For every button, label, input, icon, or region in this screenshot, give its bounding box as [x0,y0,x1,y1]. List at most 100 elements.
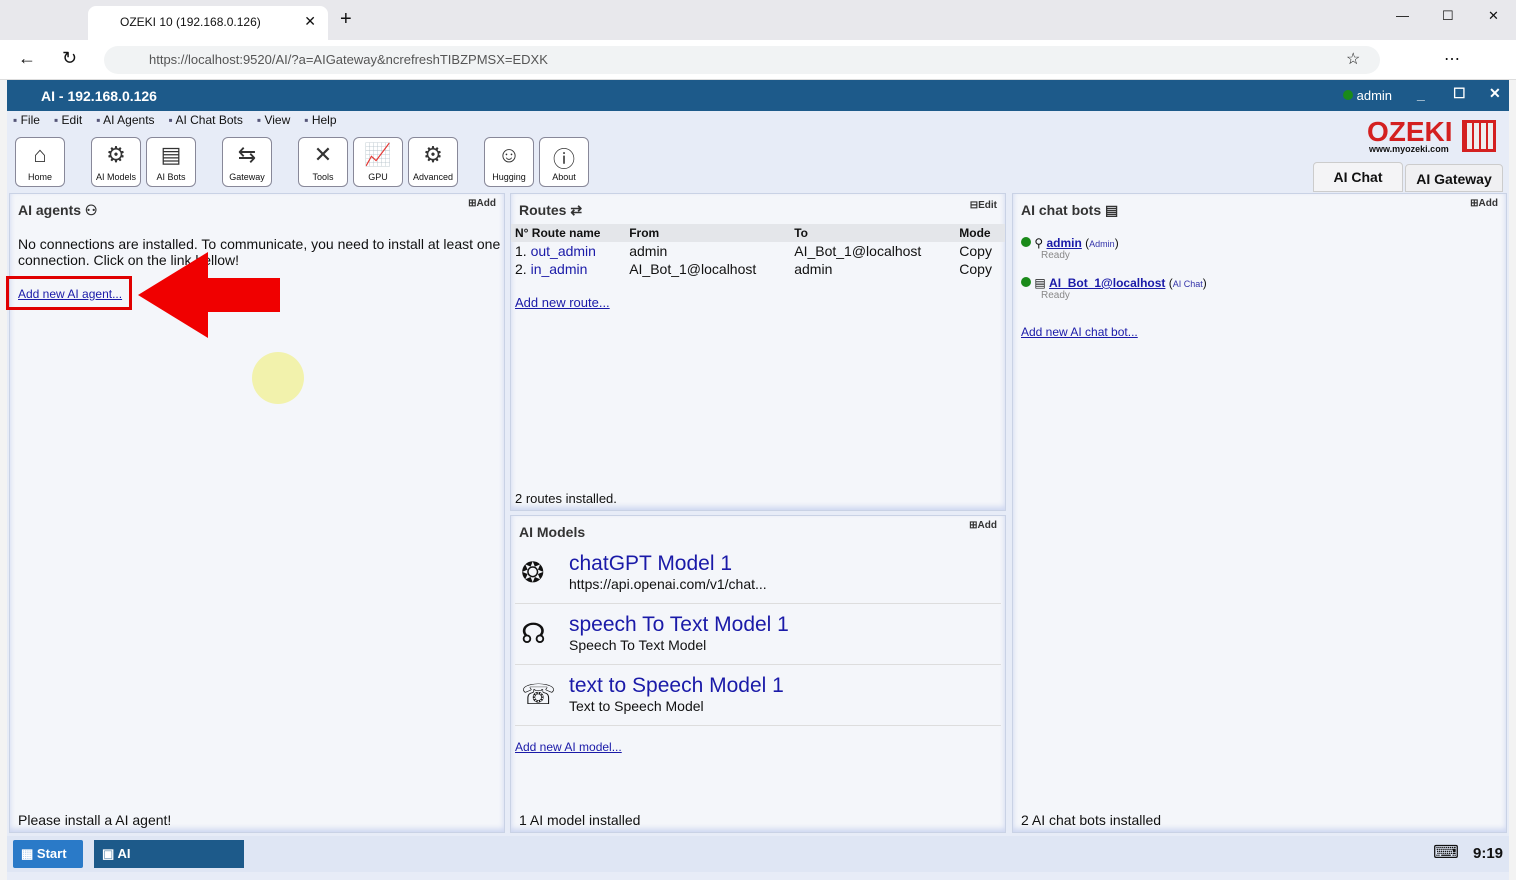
browser-tab[interactable]: OZEKI 10 (192.168.0.126) ✕ [88,6,328,40]
app-window: AI - 192.168.0.126 admin _ ☐ ✕ File Edit A… [6,80,1509,880]
bot-icon: ▤ [160,142,182,167]
cursor-highlight [252,352,304,404]
tab-ai-gateway[interactable]: AI Gateway [1405,164,1503,192]
gateway-button[interactable]: ⇆ Gateway [222,137,272,187]
models-footer: 1 AI model installed [519,812,641,828]
label: GPU [368,172,388,182]
gear-icon: ⚙ [423,142,443,167]
chat-bots-icon: ▤ [1105,202,1119,218]
app-title: AI - 192.168.0.126 [41,88,157,104]
bot-link[interactable]: AI_Bot_1@localhost [1049,276,1165,290]
bot-status: Ready [1041,250,1070,261]
reload-icon[interactable]: ↻ [62,48,77,69]
ai-chat-bots-panel: AI chat bots ▤ ⊞Add ⚲ admin (Admin) Ready… [1012,193,1507,833]
add-new-model-link[interactable]: Add new AI model... [515,740,622,754]
tools-icon: ✕ [313,142,333,167]
from: admin [629,243,668,259]
add-model-button[interactable]: ⊞Add [969,520,997,531]
menu-ai-agents[interactable]: AI Agents [96,113,154,127]
model-item[interactable]: ❂ chatGPT Model 1 https://api.openai.com/v… [515,544,1001,604]
label: AI Models [95,172,137,182]
gpu-button[interactable]: 📈 GPU [353,137,403,187]
user-status[interactable]: admin [1343,88,1392,103]
to: AI_Bot_1@localhost [794,243,922,259]
red-arrow-icon [138,252,280,338]
text-to-speech-icon: ☏ [521,679,557,710]
title-text: AI chat bots [1021,202,1102,218]
address-bar-row: ← ↻ https://localhost:9520/AI/?a=AIGatew… [0,40,1516,80]
url-input[interactable]: https://localhost:9520/AI/?a=AIGateway&n… [104,46,1380,74]
add-bot-button[interactable]: ⊞Add [1470,198,1498,209]
menu-help[interactable]: Help [304,113,336,127]
minimize-icon[interactable]: — [1396,8,1409,23]
label: Gateway [229,172,265,182]
add-new-bot-link[interactable]: Add new AI chat bot... [1021,325,1138,339]
back-icon[interactable]: ← [18,48,36,69]
online-icon [1021,277,1031,287]
route-link[interactable]: in_admin [531,261,588,277]
browser-tab-bar: OZEKI 10 (192.168.0.126) ✕ + — ☐ ✕ [0,0,1516,40]
agents-icon: ⚇ [84,202,98,218]
add-agent-button[interactable]: ⊞Add [468,198,496,209]
new-tab-icon[interactable]: + [340,8,352,31]
add-new-route-link[interactable]: Add new route... [515,295,610,310]
label: Tools [312,172,334,182]
mode: Copy [959,261,992,277]
col-from: From [625,224,791,242]
model-name[interactable]: chatGPT Model 1 [569,552,1001,576]
more-icon[interactable]: ⋯ [1444,49,1460,69]
advanced-button[interactable]: ⚙ Advanced [408,137,458,187]
gateway-icon: ⇆ [237,142,257,167]
keyboard-icon[interactable]: ⌨ [1433,842,1459,863]
routes-footer: 2 routes installed. [515,491,617,506]
routes-table: N° Route name From To Mode 1. out_admin admi… [511,224,1005,278]
model-item[interactable]: ☏ text to Speech Model 1 Text to Speech Mo… [515,666,1001,726]
about-button[interactable]: ⓘ About [539,137,589,187]
bot-type: AI Chat [1172,279,1203,289]
tab-ai-chat[interactable]: AI Chat [1313,162,1403,192]
add-new-agent-link[interactable]: Add new AI agent... [18,287,122,301]
start-label: Start [36,846,67,861]
model-item[interactable]: ☊ speech To Text Model 1 Speech To Text Mo… [515,605,1001,665]
label: Advanced [412,172,454,182]
from: AI_Bot_1@localhost [629,261,757,277]
edit-routes-button[interactable]: ⊟Edit [970,200,997,211]
ai-models-button[interactable]: ⚙ AI Models [91,137,141,187]
to: admin [794,261,833,277]
start-button[interactable]: ▦ Start [13,840,83,868]
ai-bots-button[interactable]: ▤ AI Bots [146,137,196,187]
app-close-icon[interactable]: ✕ [1489,85,1501,102]
model-name[interactable]: speech To Text Model 1 [569,613,1001,637]
online-icon [1021,237,1031,247]
menu-view[interactable]: View [257,113,290,127]
panel-title: Routes ⇄ [519,202,582,219]
app-label: AI [117,846,131,861]
app-minimize-icon[interactable]: _ [1417,86,1425,102]
user-icon: ⚲ [1034,236,1044,250]
title-text: AI agents [18,202,82,218]
bot-icon: ▤ [1034,276,1046,290]
table-row: 1. out_admin admin AI_Bot_1@localhost Copy [511,242,1005,260]
menu-bar: File Edit AI Agents AI Chat Bots View Help [13,113,351,127]
table-header: N° Route name From To Mode [511,224,1005,242]
menu-file[interactable]: File [13,113,40,127]
close-tab-icon[interactable]: ✕ [304,13,316,30]
route-link[interactable]: out_admin [531,243,596,259]
online-icon [1343,90,1353,100]
favorite-icon[interactable]: ☆ [1346,49,1360,69]
menu-edit[interactable]: Edit [54,113,82,127]
openai-icon: ❂ [521,557,545,588]
tools-button[interactable]: ✕ Tools [298,137,348,187]
info-icon: ⓘ [552,147,575,172]
app-maximize-icon[interactable]: ☐ [1453,85,1466,102]
close-icon[interactable]: ✕ [1488,8,1499,24]
menu-ai-chat-bots[interactable]: AI Chat Bots [169,113,243,127]
model-sub: Text to Speech Model [569,698,704,714]
model-name[interactable]: text to Speech Model 1 [569,674,1001,698]
col-name: N° Route name [511,224,626,242]
taskbar-app-ai[interactable]: ▣ AI [94,840,244,868]
home-button[interactable]: ⌂ Home [15,137,65,187]
bot-link[interactable]: admin [1046,236,1081,250]
maximize-icon[interactable]: ☐ [1442,8,1454,24]
hugging-button[interactable]: ☺ Hugging [484,137,534,187]
